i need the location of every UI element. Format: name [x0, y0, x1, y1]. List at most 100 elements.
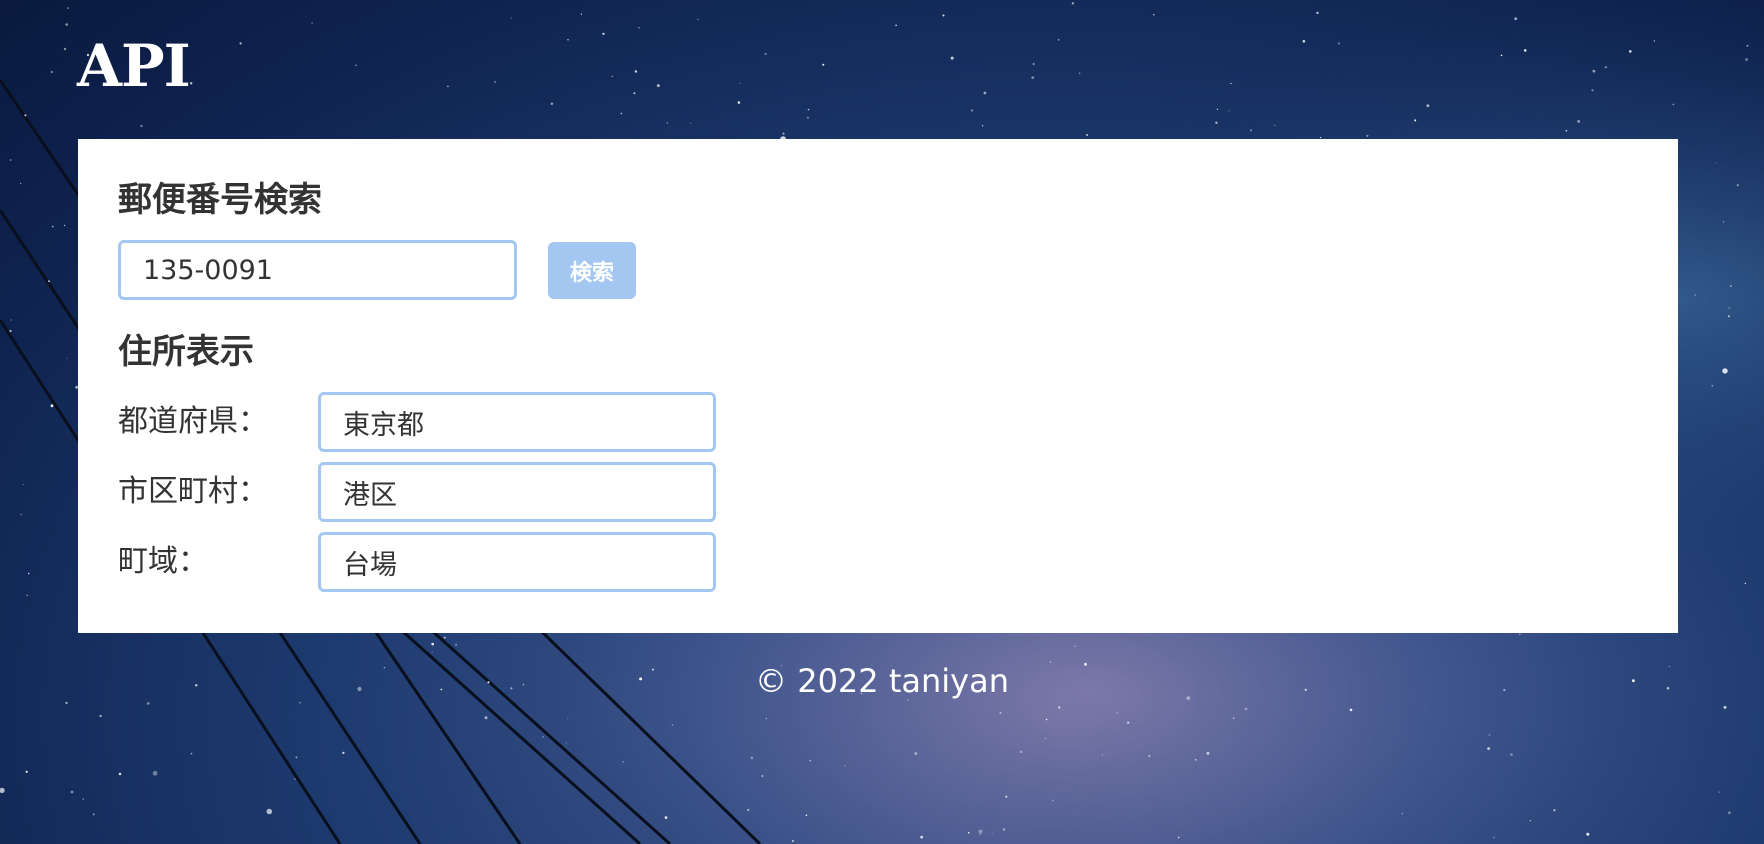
- star: [565, 742, 567, 744]
- star: [1694, 294, 1696, 296]
- star: [92, 813, 95, 816]
- star: [1711, 384, 1714, 387]
- star: [1127, 721, 1130, 724]
- star: [1604, 66, 1607, 69]
- star: [920, 835, 924, 839]
- star: [1320, 136, 1322, 139]
- star: [611, 75, 613, 77]
- star: [1728, 307, 1731, 309]
- star: [1746, 44, 1749, 47]
- star: [542, 736, 544, 738]
- star: [1523, 49, 1527, 52]
- star: [431, 642, 435, 646]
- star: [1057, 39, 1060, 41]
- star: [822, 63, 825, 66]
- star: [24, 114, 27, 117]
- star: [63, 47, 67, 51]
- star: [295, 756, 298, 759]
- star: [342, 751, 345, 755]
- star: [1401, 813, 1403, 815]
- star: [1672, 103, 1675, 106]
- star: [65, 701, 68, 705]
- star: [671, 724, 674, 726]
- star: [25, 770, 28, 773]
- star: [809, 760, 811, 762]
- star: [979, 833, 981, 835]
- star: [1529, 820, 1531, 822]
- star: [1493, 837, 1495, 839]
- star: [447, 85, 449, 88]
- star: [1102, 754, 1104, 756]
- star: [1216, 108, 1218, 110]
- star: [806, 116, 810, 119]
- star: [981, 125, 984, 127]
- star: [9, 329, 12, 333]
- star: [118, 772, 122, 776]
- star: [1031, 76, 1035, 79]
- star: [1723, 706, 1727, 709]
- star: [152, 770, 158, 776]
- star: [1194, 759, 1197, 761]
- star: [484, 716, 488, 720]
- zipcode-search-title: 郵便番号検索: [118, 180, 322, 220]
- star: [580, 13, 583, 15]
- star: [1148, 754, 1151, 758]
- city-label: 市区町村：: [118, 474, 268, 509]
- star: [1592, 69, 1596, 73]
- star: [739, 82, 741, 84]
- star: [1230, 82, 1232, 85]
- star: [1116, 712, 1118, 714]
- star: [1728, 811, 1731, 815]
- star: [1745, 58, 1748, 61]
- town-field[interactable]: [318, 532, 716, 592]
- star: [1002, 828, 1006, 831]
- star: [970, 109, 974, 112]
- star: [747, 808, 750, 812]
- star: [978, 829, 983, 834]
- star: [1514, 17, 1517, 21]
- star: [697, 18, 699, 21]
- star: [1177, 836, 1180, 839]
- star: [50, 404, 54, 408]
- star: [761, 775, 764, 777]
- star: [1244, 707, 1248, 711]
- prefecture-field[interactable]: [318, 392, 716, 452]
- search-button[interactable]: 検索: [548, 242, 636, 299]
- star: [454, 643, 458, 646]
- star: [99, 714, 102, 718]
- star: [146, 702, 150, 705]
- star: [991, 832, 993, 834]
- star: [27, 572, 30, 575]
- star: [1736, 184, 1739, 187]
- star: [1577, 120, 1581, 123]
- star: [1274, 124, 1276, 127]
- town-label: 町域：: [118, 544, 208, 579]
- star: [844, 765, 846, 767]
- star: [983, 91, 987, 95]
- city-field[interactable]: [318, 462, 716, 522]
- star: [1518, 633, 1521, 636]
- star: [1426, 104, 1430, 108]
- star: [294, 778, 296, 780]
- star: [567, 717, 569, 719]
- star: [431, 651, 433, 653]
- prefecture-label: 都道府県：: [118, 404, 268, 439]
- star: [1718, 791, 1720, 793]
- star: [807, 108, 810, 111]
- star: [355, 64, 357, 66]
- star: [1586, 832, 1590, 836]
- star: [1722, 368, 1728, 374]
- star: [737, 101, 741, 104]
- star: [1052, 799, 1054, 802]
- star: [48, 280, 50, 283]
- star: [26, 594, 28, 597]
- star: [22, 483, 24, 486]
- star: [567, 39, 569, 41]
- zipcode-input[interactable]: [118, 240, 517, 300]
- star: [764, 52, 767, 56]
- star: [82, 798, 84, 800]
- star: [65, 23, 68, 26]
- star: [1565, 129, 1568, 132]
- star: [311, 22, 313, 24]
- star: [1337, 42, 1340, 45]
